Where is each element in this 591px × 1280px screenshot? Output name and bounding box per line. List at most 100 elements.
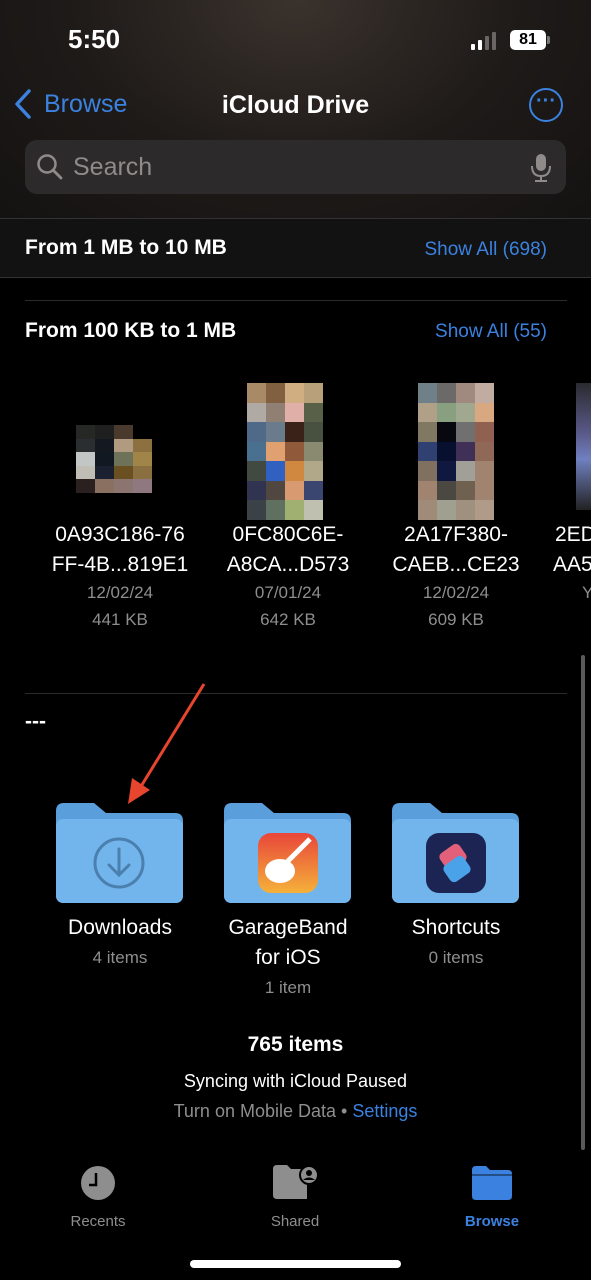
thumbnail-pixel [418, 441, 437, 462]
battery-icon: 81 [510, 30, 546, 50]
thumbnail-pixel [418, 422, 437, 442]
thumbnail-pixel [475, 441, 494, 462]
file-date: 12/02/24 [422, 583, 490, 602]
thumbnail-pixel [95, 452, 114, 466]
file-thumbnail[interactable] [418, 383, 494, 520]
thumbnail-pixel [95, 438, 114, 453]
thumbnail-pixel [266, 500, 285, 520]
page-title: iCloud Drive [221, 91, 370, 119]
folder-count: 1 item [264, 978, 312, 997]
thumbnail-pixel [475, 402, 494, 423]
file-thumbnail[interactable] [576, 383, 591, 510]
sync-status: Syncing with iCloud Paused [183, 1071, 408, 1091]
folder-name: Downloads [68, 916, 172, 939]
thumbnail-pixel [418, 480, 437, 501]
file-name1: 2ED [555, 523, 591, 546]
thumbnail-pixel [247, 461, 266, 481]
home-indicator[interactable] [190, 1260, 401, 1268]
thumbnail-pixel [95, 479, 114, 493]
thumbnail-pixel [285, 383, 304, 403]
thumbnail-pixel [247, 383, 266, 403]
thumbnail-pixel [114, 479, 133, 493]
tab-shared[interactable]: Shared [235, 1165, 355, 1230]
show-all-button[interactable]: Show All (55) [435, 321, 547, 343]
section-title: From 100 KB to 1 MB [25, 319, 237, 342]
folder-name-line2: for iOS [255, 946, 321, 969]
thumbnail-pixel [95, 425, 114, 439]
file-name2: FF-4B...819E1 [51, 553, 189, 576]
file-size: 642 KB [260, 610, 316, 629]
tab-label: Browse [464, 1213, 520, 1230]
garageband-folder-icon[interactable] [224, 803, 351, 903]
thumbnail-pixel [437, 383, 456, 403]
thumbnail-pixel [76, 465, 95, 480]
thumbnail-pixel [437, 480, 456, 501]
thumbnail-pixel [475, 480, 494, 501]
thumbnail-pixel [76, 438, 95, 453]
thumbnail-pixel [76, 425, 95, 439]
thumbnail-pixel [247, 441, 266, 462]
thumbnail-pixel [456, 441, 475, 462]
microphone-icon[interactable] [530, 153, 552, 183]
thumbnail-pixel [475, 500, 494, 520]
thumbnail-pixel [114, 425, 133, 439]
thumbnail-pixel [285, 461, 304, 481]
folder-name: Shortcuts [411, 916, 501, 939]
thumbnail-pixel [304, 422, 323, 442]
thumbnail-pixel [133, 479, 152, 493]
file-name2: CAEB...CE23 [392, 553, 520, 576]
thumbnail-pixel [285, 480, 304, 501]
thumbnail-pixel [133, 465, 152, 480]
tab-label: Shared [270, 1213, 320, 1230]
settings-link[interactable]: Settings [352, 1101, 417, 1121]
file-thumbnail[interactable] [76, 425, 152, 520]
file-name1: 2A17F380- [404, 523, 508, 546]
downloads-folder-icon[interactable] [56, 803, 183, 903]
folder-count: 4 items [92, 948, 148, 967]
thumbnail-pixel [304, 500, 323, 520]
separator-dot: • [341, 1101, 348, 1121]
tab-recents[interactable]: Recents [38, 1165, 158, 1230]
shortcuts-folder-icon[interactable] [392, 803, 519, 903]
search-icon [37, 154, 63, 180]
thumbnail-pixel [114, 465, 133, 480]
thumbnail-pixel [418, 500, 437, 520]
file-size: 441 KB [92, 610, 148, 629]
scrollbar[interactable] [581, 655, 585, 1150]
section-title: --- [25, 710, 46, 733]
thumbnail-pixel [437, 422, 456, 442]
section-1mb-10mb: From 1 MB to 10 MB Show All (698) [0, 218, 591, 278]
mobile-data-text: Turn on Mobile Data [173, 1101, 337, 1121]
thumbnail-pixel [418, 383, 437, 403]
thumbnail-pixel [133, 438, 152, 453]
thumbnail-pixel [285, 422, 304, 442]
ellipsis-circle-icon[interactable]: ··· [529, 88, 563, 122]
thumbnail-pixel [247, 480, 266, 501]
thumbnail-pixel [456, 402, 475, 423]
thumbnail-pixel [475, 461, 494, 481]
thumbnail-pixel [475, 422, 494, 442]
thumbnail-pixel [266, 441, 285, 462]
file-size: 609 KB [428, 610, 484, 629]
thumbnail-pixel [247, 422, 266, 442]
thumbnail-pixel [456, 480, 475, 501]
item-count: 765 items [247, 1033, 344, 1056]
thumbnail-pixel [456, 422, 475, 442]
show-all-button[interactable]: Show All (698) [424, 239, 547, 261]
signal-icon [471, 32, 496, 50]
thumbnail-pixel [304, 383, 323, 403]
tab-browse[interactable]: Browse [432, 1165, 552, 1230]
file-date: Y [582, 583, 591, 602]
thumbnail-pixel [95, 465, 114, 480]
thumbnail-pixel [266, 480, 285, 501]
thumbnail-pixel [437, 500, 456, 520]
search-input[interactable]: Search [25, 140, 566, 194]
thumbnail-pixel [133, 425, 152, 439]
thumbnail-pixel [266, 402, 285, 423]
thumbnail-pixel [285, 500, 304, 520]
file-thumbnail[interactable] [247, 383, 323, 520]
clock-icon [81, 1166, 115, 1200]
thumbnail-pixel [114, 438, 133, 453]
thumbnail-pixel [456, 461, 475, 481]
thumbnail-pixel [475, 383, 494, 403]
